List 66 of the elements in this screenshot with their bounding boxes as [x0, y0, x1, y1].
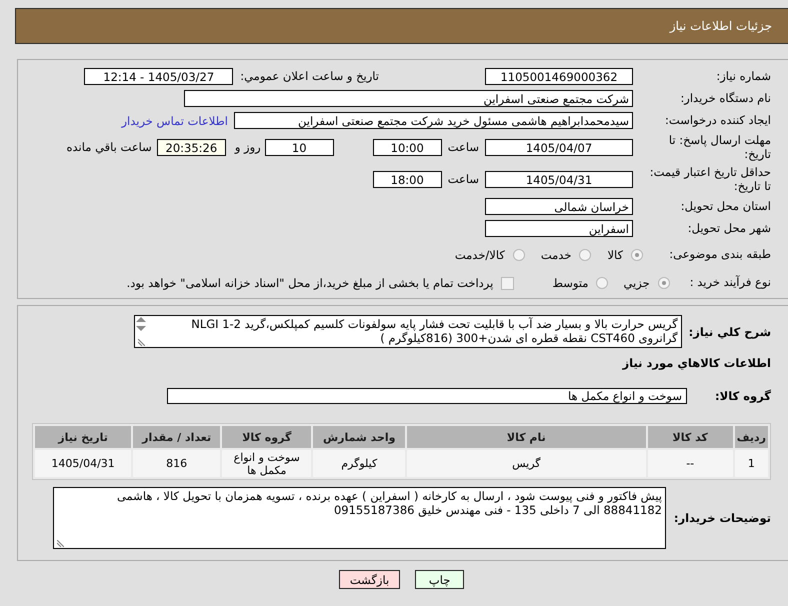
column-header: کد کالا — [648, 426, 733, 448]
field-label: استان محل تحویل: — [680, 200, 771, 214]
days-field[interactable]: 10 — [264, 139, 334, 156]
time-label: ساعت — [448, 140, 479, 154]
need-number-field[interactable]: 1105001469000362 — [485, 68, 633, 85]
date-field[interactable]: 1405/04/31 — [485, 171, 633, 188]
option-label: خدمت — [540, 248, 572, 262]
field-label: مهلت ارسال پاسخ: تا تاریخ: — [668, 134, 771, 161]
remaining-time-label: ساعت باقي مانده — [66, 140, 152, 154]
time-label: ساعت — [448, 172, 479, 186]
remaining-time-field: 20:35:26 — [156, 139, 226, 156]
back-button[interactable]: بازگشت — [338, 570, 400, 589]
option-label: جزيي — [623, 276, 650, 290]
checkbox[interactable] — [501, 276, 514, 290]
field-label: نام دستگاه خریدار: — [679, 92, 771, 106]
column-header: تعداد / مقدار — [133, 426, 220, 448]
column-header: تاریخ نیاز — [35, 426, 132, 448]
field-label: ایجاد کننده درخواست: — [664, 114, 771, 128]
field-label: حداقل تاریخ اعتبار قیمت: تا تاریخ: — [648, 166, 771, 193]
resize-grip-icon — [138, 339, 145, 346]
radio-button[interactable] — [658, 277, 670, 289]
city-field[interactable]: اسفراین — [485, 220, 633, 237]
column-header: ردیف — [734, 426, 768, 448]
buyer-contact-link[interactable]: اطلاعات تماس خریدار — [121, 114, 228, 128]
radio-button[interactable] — [579, 249, 592, 261]
description-field[interactable]: گریس حرارت بالا و بسیار ضد آب با قابلیت تحت فشار پایه سولفونات کلسیم کمپلکس،گرید NLGI 1-2 گرانروی CST460 نقطه قطره ای شدن+300 (816کیلوگرم ) — [134, 315, 682, 348]
time-field[interactable]: 10:00 — [372, 139, 442, 156]
table-cell: 1 — [734, 450, 768, 477]
field-label: شماره نیاز: — [715, 70, 771, 84]
column-header: گروه کالا — [222, 426, 312, 448]
field-label: طبقه بندی موضوعی: — [668, 248, 771, 262]
radio-button[interactable] — [596, 277, 608, 289]
days-label: روز و — [234, 140, 261, 154]
option-label: متوسط — [552, 276, 588, 290]
province-field[interactable]: خراسان شمالی — [485, 198, 633, 215]
radio-button[interactable] — [631, 249, 643, 261]
field-label: تاریخ و ساعت اعلان عمومي: — [240, 70, 379, 84]
print-button[interactable]: چاپ — [415, 570, 464, 589]
field-label: شرح کلي نياز: — [688, 324, 771, 338]
time-field[interactable]: 18:00 — [372, 171, 442, 188]
section-title: اطلاعات کالاهاي مورد نياز — [622, 356, 771, 370]
resize-grip-icon — [57, 540, 64, 547]
table-cell: -- — [648, 450, 733, 477]
checkbox-label: پرداخت تمام یا بخشی از مبلغ خرید،از محل "اسناد خزانه اسلامی" خواهد بود. — [126, 276, 494, 290]
field-label: نوع فرآیند خرید : — [690, 276, 771, 290]
field-label: شهر محل تحویل: — [686, 222, 771, 236]
buyer-notes-field[interactable]: پیش فاکتور و فنی پیوست شود ، ارسال به کارخانه ( اسفراین ) عهده برنده ، تسویه همزمان با تحویل کالا ، هاشمی 88841182 الی 7 داخلی 135 - فنی مهندس خلیق 09155187386 — [53, 487, 666, 549]
goods-group-field[interactable]: سوخت و انواع مکمل ها — [167, 388, 687, 404]
radio-button[interactable] — [512, 249, 525, 261]
table-cell: گریس — [407, 450, 646, 477]
option-label: کالا/خدمت — [454, 248, 505, 262]
table-cell: 816 — [133, 450, 220, 477]
field-label: توضیحات خریدار: — [673, 511, 771, 525]
table-cell: 1405/04/31 — [35, 450, 132, 477]
date-field[interactable]: 1405/04/07 — [485, 139, 633, 156]
buyer-org-field[interactable]: شرکت مجتمع صنعتی اسفراین — [184, 90, 633, 107]
page-title: جزئیات اطلاعات نیاز — [670, 19, 772, 33]
announce-date-field[interactable]: 1405/03/27 - 12:14 — [84, 68, 234, 85]
table-cell: کیلوگرم — [313, 450, 406, 477]
requester-field[interactable]: سیدمحمدابراهیم هاشمی مسئول خرید شرکت مجتمع صنعتی اسفراین — [234, 112, 633, 129]
option-label: کالا — [607, 248, 623, 262]
scroll-arrows-icon — [136, 317, 146, 331]
column-header: واحد شمارش — [313, 426, 406, 448]
table-cell: سوخت و انواع مکمل ها — [222, 450, 312, 477]
column-header: نام کالا — [407, 426, 646, 448]
field-label: گروه کالا: — [714, 389, 771, 403]
